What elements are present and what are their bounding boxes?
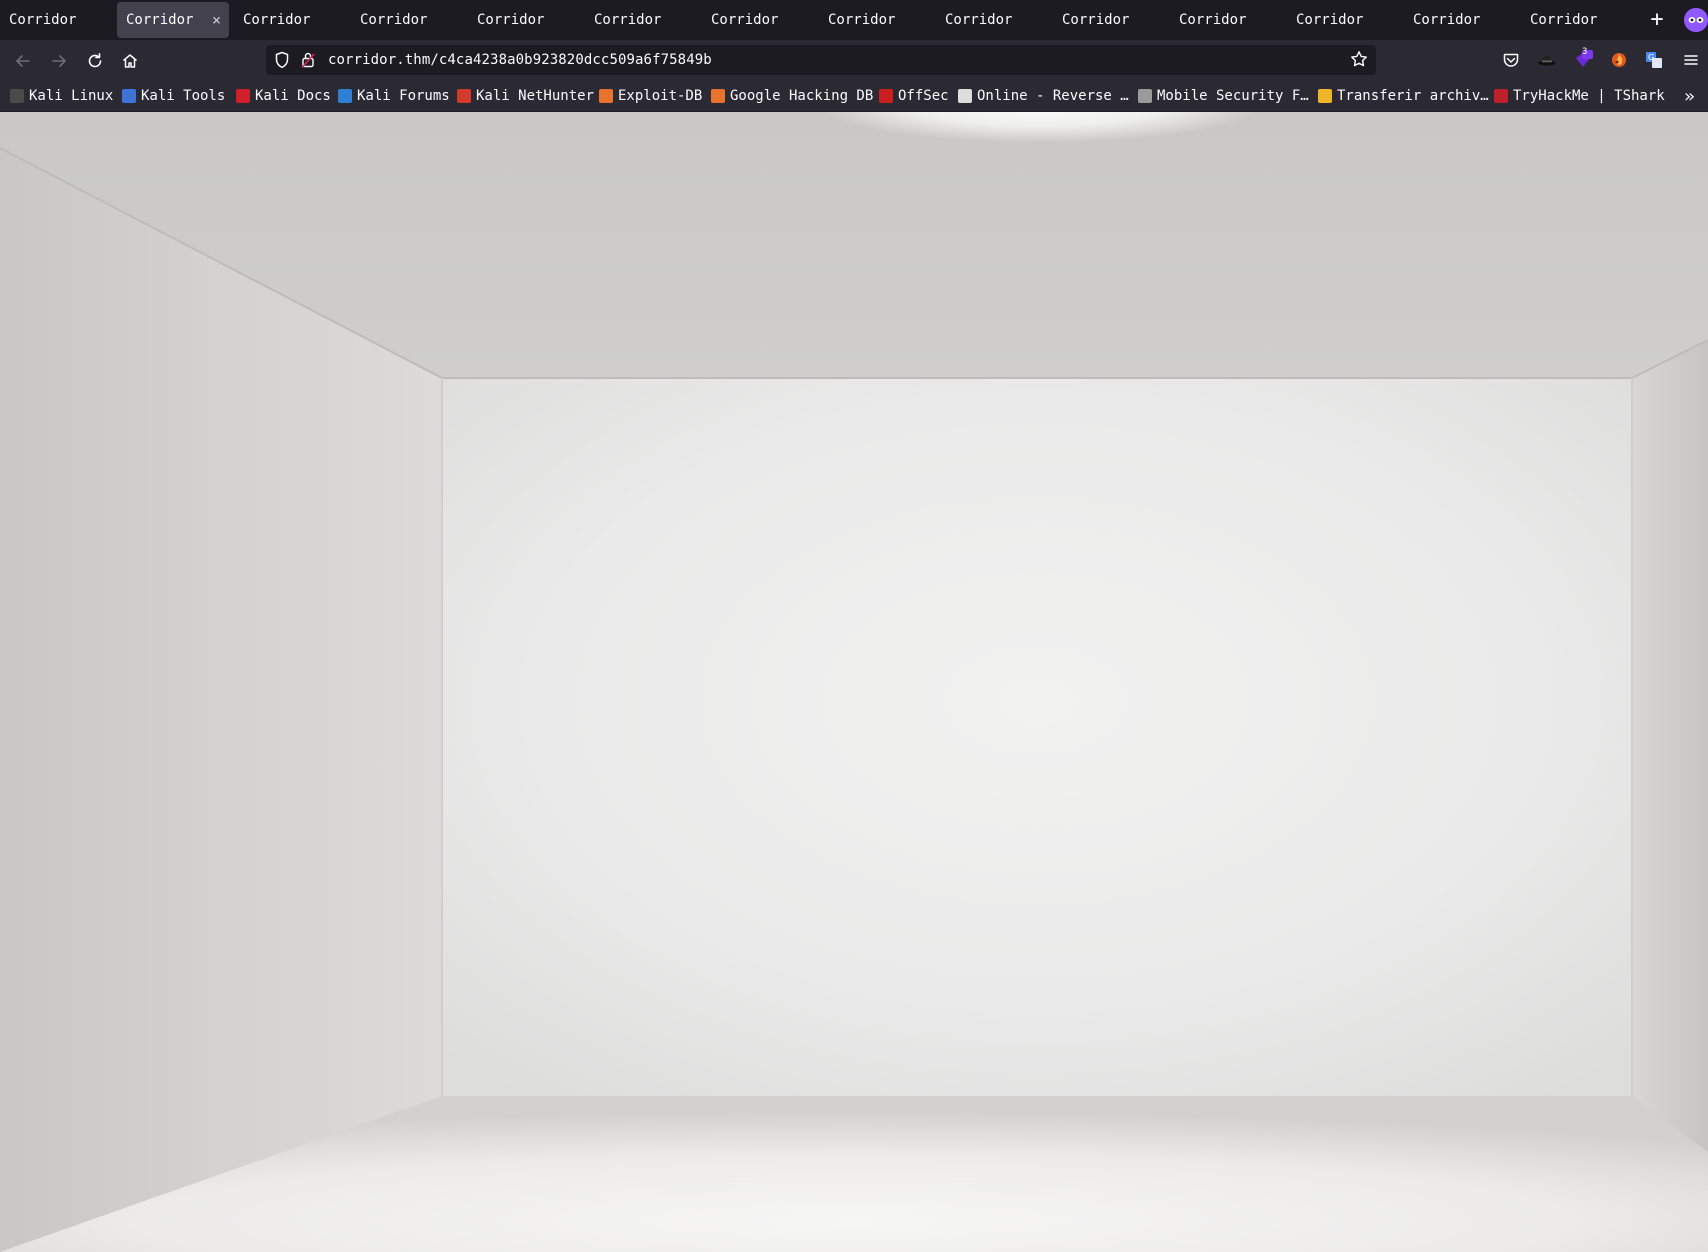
bookmark-item[interactable]: Online - Reverse …	[958, 81, 1129, 111]
tab-label: Corridor	[126, 12, 194, 28]
tab-label: Corridor	[1530, 12, 1598, 28]
bookmark-favicon-icon	[599, 89, 613, 103]
bookmark-item[interactable]: Kali Forums	[338, 81, 450, 111]
navigation-toolbar: corridor.thm/c4ca4238a0b923820dcc509a6f7…	[0, 40, 1708, 81]
bookmark-label: Transferir archiv…	[1337, 88, 1489, 104]
bookmark-favicon-icon	[236, 89, 250, 103]
browser-tab[interactable]: Corridor ×	[117, 2, 229, 38]
tab-label: Corridor	[243, 12, 311, 28]
extension-badge-icon[interactable]: 3	[1572, 47, 1594, 71]
browser-tab[interactable]: Corridor	[1521, 2, 1633, 38]
bookmark-label: Exploit-DB	[618, 88, 703, 104]
new-tab-button[interactable]: +	[1645, 7, 1669, 32]
tab-label: Corridor	[477, 12, 545, 28]
bookmark-item[interactable]: Google Hacking DB	[711, 81, 873, 111]
tab-strip: Corridor Corridor × Corridor Corridor Corrido…	[0, 0, 1708, 40]
tab-label: Corridor	[945, 12, 1013, 28]
arrow-right-icon	[52, 55, 66, 67]
bookmark-item[interactable]: OffSec	[879, 81, 949, 111]
bookmark-item[interactable]: Kali NetHunter	[457, 81, 594, 111]
browser-tab[interactable]: Corridor	[702, 2, 814, 38]
bookmark-label: OffSec	[898, 88, 949, 104]
browser-tab[interactable]: Corridor	[1287, 2, 1399, 38]
bookmarks-toolbar: Kali Linux Kali Tools Kali Docs Kali Forums…	[0, 81, 1708, 112]
bookmark-favicon-icon	[711, 89, 725, 103]
home-button[interactable]	[117, 48, 143, 74]
bookmark-item[interactable]: Exploit-DB	[599, 81, 702, 111]
url-text[interactable]: corridor.thm/c4ca4238a0b923820dcc509a6f7…	[328, 45, 712, 75]
back-button[interactable]	[10, 48, 36, 74]
tab-label: Corridor	[360, 12, 428, 28]
browser-tab[interactable]: Corridor	[819, 2, 931, 38]
tab-label: Corridor	[594, 12, 662, 28]
room-scene	[0, 112, 1708, 1252]
tab-label: Corridor	[1062, 12, 1130, 28]
reload-icon	[88, 53, 102, 68]
bookmark-favicon-icon	[122, 89, 136, 103]
bookmark-star-icon[interactable]	[1350, 50, 1368, 72]
extension-badge-count: 3	[1582, 47, 1588, 57]
pocket-icon[interactable]	[1500, 49, 1522, 71]
account-avatar-icon[interactable]	[1684, 8, 1708, 32]
browser-tab[interactable]: Corridor	[936, 2, 1048, 38]
flame-extension-icon[interactable]	[1608, 49, 1630, 71]
browser-tab[interactable]: Corridor	[351, 2, 463, 38]
bookmark-label: Google Hacking DB	[730, 88, 874, 104]
browser-tab[interactable]: Corridor	[1053, 2, 1165, 38]
home-icon	[123, 54, 137, 68]
url-bar[interactable]: corridor.thm/c4ca4238a0b923820dcc509a6f7…	[266, 45, 1376, 75]
page-content	[0, 112, 1708, 1252]
bookmark-favicon-icon	[457, 89, 471, 103]
browser-tab[interactable]: Corridor	[585, 2, 697, 38]
browser-tab[interactable]: Corridor	[0, 2, 112, 38]
tab-label: Corridor	[1179, 12, 1247, 28]
bookmark-favicon-icon	[1318, 89, 1332, 103]
bookmark-favicon-icon	[958, 89, 972, 103]
tab-label: Corridor	[1296, 12, 1364, 28]
translate-icon[interactable]: G	[1643, 49, 1665, 71]
hat-extension-icon[interactable]	[1536, 49, 1558, 71]
bookmark-favicon-icon	[1494, 89, 1508, 103]
bookmark-label: Kali NetHunter	[476, 88, 595, 104]
bookmark-label: Kali Linux	[29, 88, 114, 104]
tab-close-icon[interactable]: ×	[212, 11, 221, 29]
tab-label: Corridor	[828, 12, 896, 28]
bookmark-favicon-icon	[338, 89, 352, 103]
bookmarks-overflow-chevron-icon[interactable]: »	[1684, 86, 1695, 107]
tracking-protection-shield-icon[interactable]	[274, 51, 290, 73]
arrow-left-icon	[16, 55, 30, 67]
browser-tab[interactable]: Corridor	[468, 2, 580, 38]
browser-tab[interactable]: Corridor	[1170, 2, 1282, 38]
room-back-wall	[442, 378, 1632, 1096]
bookmark-label: Kali Tools	[141, 88, 226, 104]
bookmark-item[interactable]: Kali Docs	[236, 81, 331, 111]
bookmark-label: Kali Docs	[255, 88, 331, 104]
insecure-lock-icon[interactable]	[301, 51, 315, 73]
app-menu-hamburger-icon[interactable]	[1680, 49, 1702, 71]
bookmark-label: Online - Reverse …	[977, 88, 1129, 104]
tab-label: Corridor	[1413, 12, 1481, 28]
bookmark-item[interactable]: Kali Tools	[122, 81, 225, 111]
tab-label: Corridor	[711, 12, 779, 28]
bookmark-favicon-icon	[1138, 89, 1152, 103]
reload-button[interactable]	[82, 48, 108, 74]
bookmark-item[interactable]: Transferir archiv…	[1318, 81, 1489, 111]
bookmark-label: Mobile Security F…	[1157, 88, 1309, 104]
bookmark-label: TryHackMe | TShark	[1513, 88, 1665, 104]
bookmark-item[interactable]: TryHackMe | TShark	[1494, 81, 1665, 111]
tab-label: Corridor	[9, 12, 77, 28]
browser-tab[interactable]: Corridor	[234, 2, 346, 38]
svg-text:G: G	[1648, 53, 1654, 62]
forward-button[interactable]	[46, 48, 72, 74]
browser-tab[interactable]: Corridor	[1404, 2, 1516, 38]
bookmark-item[interactable]: Kali Linux	[10, 81, 113, 111]
bookmark-favicon-icon	[10, 89, 24, 103]
bookmark-item[interactable]: Mobile Security F…	[1138, 81, 1309, 111]
bookmark-favicon-icon	[879, 89, 893, 103]
bookmark-label: Kali Forums	[357, 88, 450, 104]
